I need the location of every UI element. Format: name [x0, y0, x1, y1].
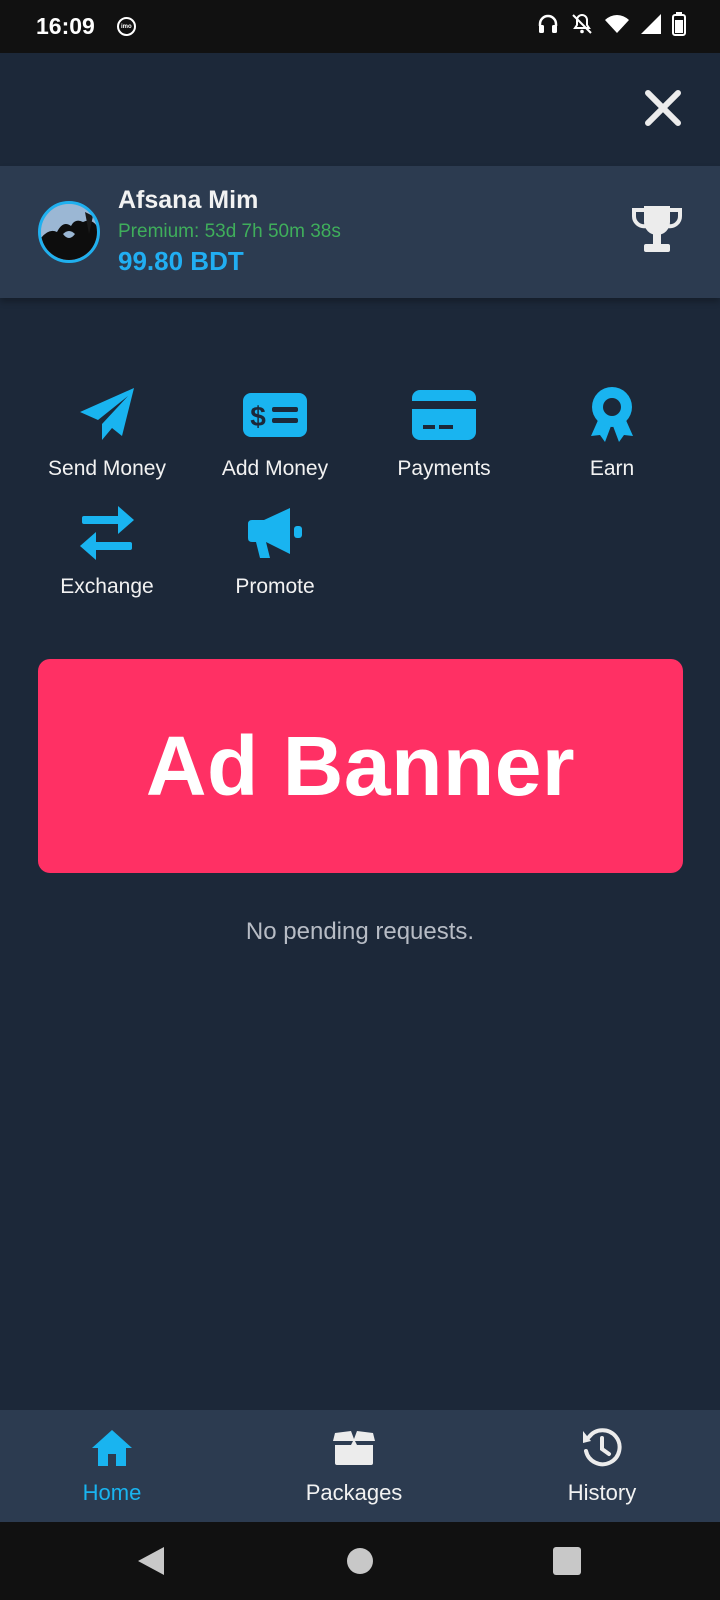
- exchange-button[interactable]: Exchange: [23, 503, 191, 613]
- system-nav-bar: [0, 1522, 720, 1600]
- home-system-button[interactable]: [320, 1522, 400, 1600]
- nav-packages[interactable]: Packages: [294, 1410, 414, 1522]
- add-money-label: Add Money: [221, 457, 329, 480]
- premium-status: Premium: 53d 7h 50m 38s: [118, 221, 341, 242]
- earn-button[interactable]: Earn: [528, 385, 696, 495]
- credit-card-icon: [412, 390, 476, 440]
- add-money-button[interactable]: $ Add Money: [191, 385, 359, 495]
- megaphone-icon: [248, 508, 302, 558]
- imo-icon: imo: [116, 17, 136, 36]
- avatar[interactable]: [38, 201, 100, 263]
- notifications-off-icon: [572, 13, 592, 34]
- avatar-image: [41, 204, 97, 260]
- send-money-button[interactable]: Send Money: [23, 385, 191, 495]
- top-bar: [0, 53, 720, 166]
- home-circle-icon: [347, 1548, 373, 1574]
- status-bar: 16:09 imo: [0, 0, 720, 53]
- back-button[interactable]: [111, 1522, 191, 1600]
- close-button[interactable]: [640, 85, 686, 131]
- imo-label: imo: [120, 23, 132, 30]
- promote-button[interactable]: Promote: [191, 503, 359, 613]
- profile-name: Afsana Mim: [118, 186, 259, 214]
- profile-card: Afsana Mim Premium: 53d 7h 50m 38s 99.80…: [0, 166, 720, 298]
- close-icon: [645, 90, 681, 126]
- recents-button[interactable]: [527, 1522, 607, 1600]
- status-time: 16:09: [36, 13, 95, 39]
- balance-amount: 99.80 BDT: [118, 246, 244, 276]
- exchange-label: Exchange: [60, 575, 154, 598]
- nav-history-label: History: [567, 1480, 637, 1505]
- signal-icon: [641, 14, 661, 34]
- recents-icon: [553, 1547, 581, 1575]
- svg-text:$: $: [250, 401, 266, 432]
- promote-label: Promote: [235, 575, 315, 598]
- back-icon: [138, 1547, 164, 1575]
- nav-packages-label: Packages: [305, 1480, 403, 1505]
- nav-home-label: Home: [82, 1480, 142, 1505]
- box-icon: [333, 1431, 375, 1465]
- ad-banner-text: Ad Banner: [145, 718, 576, 813]
- trophy-icon: [632, 206, 682, 252]
- wifi-icon: [605, 15, 629, 33]
- award-icon: [591, 387, 633, 442]
- earn-label: Earn: [589, 457, 635, 480]
- paper-plane-icon: [80, 388, 134, 440]
- status-icons: [536, 12, 686, 36]
- headphones-icon: [538, 14, 558, 33]
- nav-home[interactable]: Home: [62, 1410, 162, 1522]
- bottom-nav: Home Packages History: [0, 1410, 720, 1522]
- payments-label: Payments: [397, 457, 491, 480]
- nav-history[interactable]: History: [552, 1410, 652, 1522]
- home-icon: [92, 1430, 132, 1466]
- history-icon: [583, 1428, 622, 1467]
- ad-banner[interactable]: Ad Banner: [38, 659, 683, 873]
- trophy-button[interactable]: [630, 204, 684, 256]
- exchange-icon: [80, 506, 134, 560]
- payments-button[interactable]: Payments: [360, 385, 528, 495]
- money-bill-icon: $: [243, 393, 307, 437]
- battery-icon: [672, 12, 686, 36]
- no-pending-requests: No pending requests.: [245, 918, 475, 945]
- send-money-label: Send Money: [48, 457, 166, 480]
